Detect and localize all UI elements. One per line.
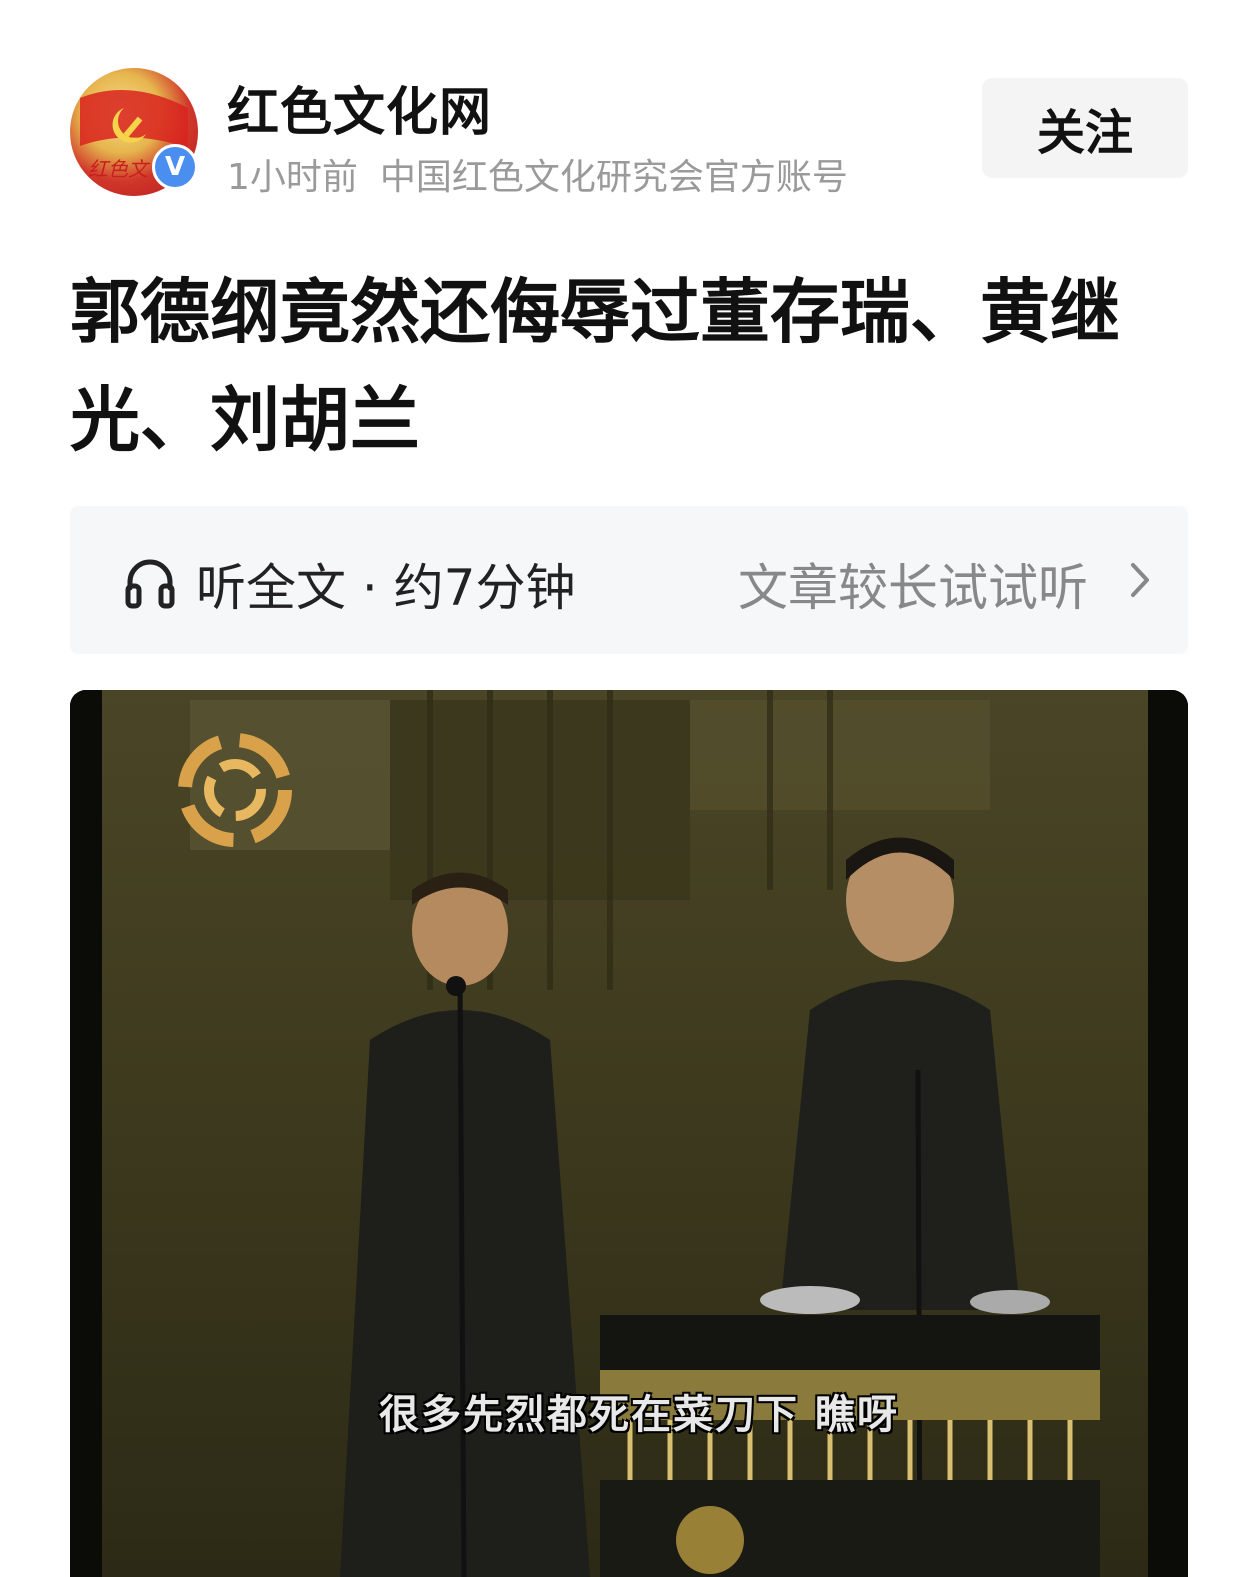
verified-badge-icon: V [152, 144, 198, 190]
account-description: 中国红色文化研究会官方账号 [379, 157, 848, 198]
listen-hint: 文章较长试试听 [738, 559, 1088, 617]
video-still [70, 690, 1188, 1577]
avatar-script: 红色文 [88, 157, 151, 181]
headphone-icon [125, 559, 175, 609]
post-meta: 1小时前 中国红色文化研究会官方账号 [227, 148, 848, 200]
post-time: 1小时前 [227, 157, 358, 198]
chevron-right-icon [1131, 563, 1149, 597]
article-title: 郭德纲竟然还侮辱过董存瑞、黄继光、刘胡兰 [70, 271, 1120, 461]
follow-button[interactable]: 关注 [982, 78, 1188, 178]
video-frame[interactable]: 很多先烈都死在菜刀下 瞧呀 [70, 690, 1188, 1577]
listen-full-text-bar[interactable]: 听全文 · 约7分钟 文章较长试试听 [70, 506, 1188, 654]
video-subtitle: 很多先烈都死在菜刀下 瞧呀 [379, 1392, 899, 1438]
post-header: 红色文 V 红色文化网 1小时前 中国红色文化研究会官方账号 关注 [0, 0, 1251, 220]
listen-label: 听全文 · 约7分钟 [196, 559, 576, 617]
account-name[interactable]: 红色文化网 [227, 70, 492, 145]
